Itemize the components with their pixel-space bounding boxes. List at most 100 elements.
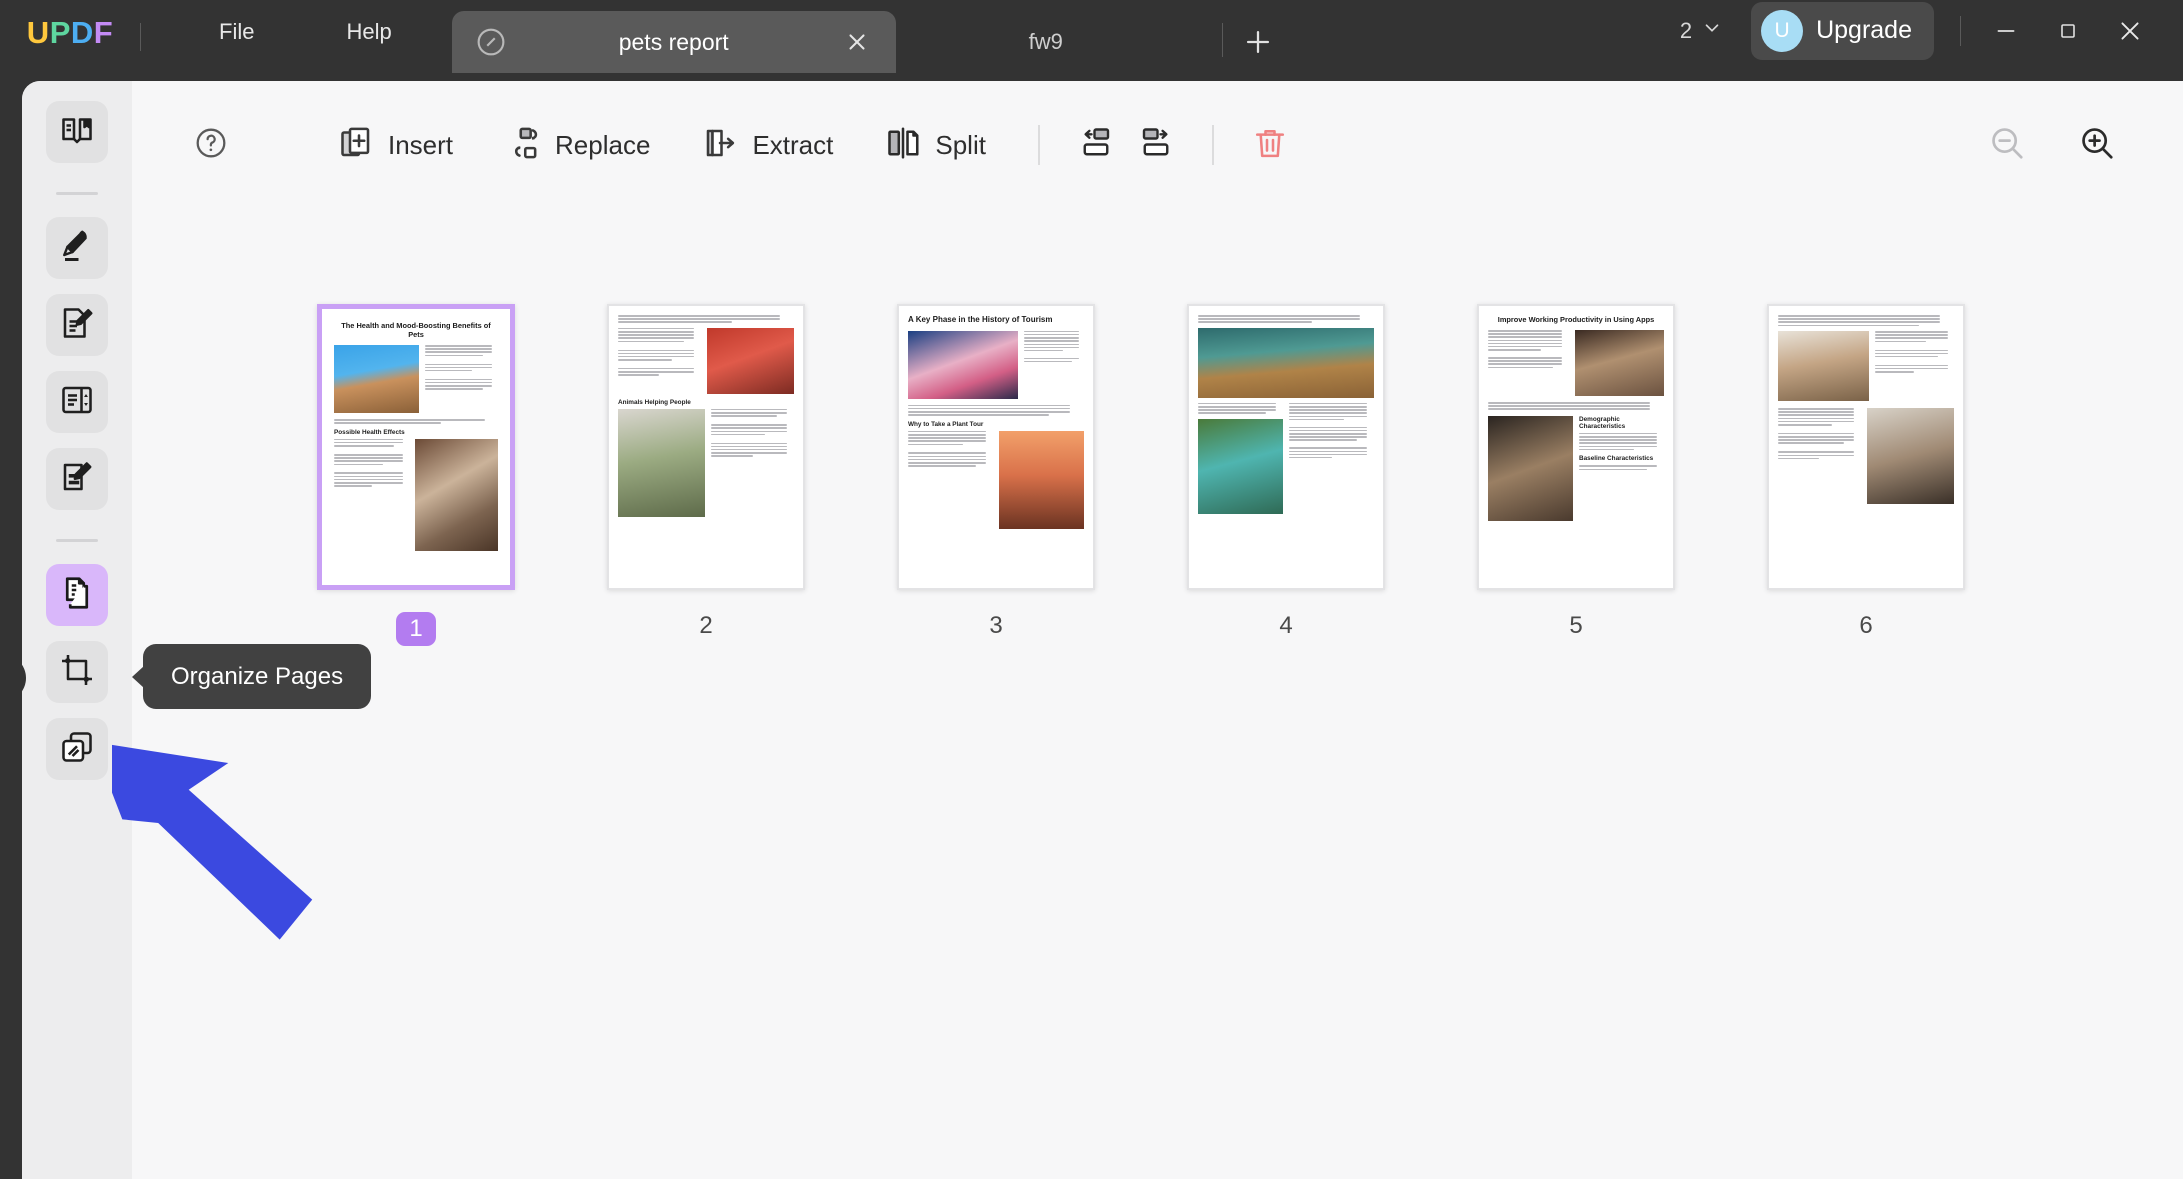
page-1-title: The Health and Mood-Boosting Benefits of…	[334, 321, 498, 339]
page-5-heading: Demographic Characteristics	[1579, 416, 1664, 430]
page-5-title: Improve Working Productivity in Using Ap…	[1488, 315, 1664, 324]
page-number-1: 1	[396, 612, 436, 646]
upgrade-button[interactable]: U Upgrade	[1751, 2, 1934, 60]
plus-icon[interactable]	[1223, 11, 1293, 73]
sidebar-divider-1	[56, 192, 98, 195]
sidebar-item-reader[interactable]	[46, 101, 108, 163]
organize-pages-icon	[59, 575, 95, 616]
sidebar-item-page-navigation[interactable]	[46, 371, 108, 433]
page-preview-2[interactable]: Animals Helping People	[607, 304, 805, 590]
page-number-2: 2	[686, 612, 726, 640]
sidebar-item-annotate[interactable]	[46, 217, 108, 279]
titlebar-divider	[140, 23, 141, 51]
delete-pages-button[interactable]	[1240, 117, 1300, 173]
split-button[interactable]: Split	[859, 115, 1012, 176]
sidebar-item-form[interactable]	[46, 448, 108, 510]
page-export-icon	[702, 125, 738, 166]
content-shell: Organize Pages	[22, 81, 2183, 1179]
tooltip-text: Organize Pages	[171, 663, 343, 691]
document-tab-title: pets report	[508, 29, 840, 56]
book-arrows-icon	[59, 382, 95, 423]
sidebar-item-organize-pages[interactable]	[46, 564, 108, 626]
page-preview-4[interactable]	[1187, 304, 1385, 590]
zoom-out-button[interactable]	[1977, 117, 2037, 173]
rotate-left-button[interactable]	[1066, 117, 1126, 173]
extract-label: Extract	[752, 130, 833, 161]
logo-letter-f: F	[94, 15, 113, 50]
page-number-3: 3	[976, 612, 1016, 640]
layers-copy-icon	[59, 729, 95, 770]
page-preview-5[interactable]: Improve Working Productivity in Using Ap…	[1477, 304, 1675, 590]
page-plus-icon	[338, 125, 374, 166]
menu-help[interactable]: Help	[310, 0, 427, 73]
tab-count-dropdown[interactable]: 2	[1680, 17, 1723, 45]
updf-logo[interactable]: UPDF	[0, 0, 140, 73]
question-circle-icon[interactable]	[194, 126, 228, 165]
rotate-right-button[interactable]	[1126, 117, 1186, 173]
page-thumbnail-2[interactable]: Animals Helping People	[607, 304, 805, 646]
page-3-title: A Key Phase in the History of Tourism	[908, 315, 1084, 325]
page-grid: The Health and Mood-Boosting Benefits of…	[132, 209, 2183, 646]
document-tab-inactive[interactable]: fw9	[896, 11, 1196, 73]
pdf-file-icon	[474, 25, 508, 59]
sidebar-item-crop[interactable]	[46, 641, 108, 703]
split-label: Split	[935, 130, 986, 161]
page-thumbnail-5[interactable]: Improve Working Productivity in Using Ap…	[1477, 304, 1675, 646]
upgrade-label: Upgrade	[1816, 16, 1912, 45]
sidebar-divider-2	[56, 539, 98, 542]
swap-pages-icon	[505, 125, 541, 166]
document-tab-title-2: fw9	[918, 29, 1174, 55]
zoom-in-button[interactable]	[2067, 117, 2127, 173]
sidebar-collapse-handle[interactable]	[22, 654, 26, 702]
insert-button[interactable]: Insert	[312, 115, 479, 176]
close-window-icon[interactable]	[2099, 7, 2161, 55]
page-preview-6[interactable]	[1767, 304, 1965, 590]
crop-icon	[59, 652, 95, 693]
highlighter-pen-icon	[59, 228, 95, 269]
replace-button[interactable]: Replace	[479, 115, 676, 176]
window-controls-divider	[1960, 16, 1961, 46]
page-thumbnail-6[interactable]: 6	[1767, 304, 1965, 646]
logo-letter-p: P	[50, 15, 71, 50]
replace-label: Replace	[555, 130, 650, 161]
title-bar: UPDF File Help pets report fw9 2	[0, 0, 2183, 73]
page-5-subheading: Baseline Characteristics	[1579, 455, 1664, 462]
menu-file[interactable]: File	[183, 0, 290, 73]
app-body: Organize Pages	[0, 73, 2183, 1179]
page-number-4: 4	[1266, 612, 1306, 640]
page-thumbnail-1[interactable]: The Health and Mood-Boosting Benefits of…	[317, 304, 515, 646]
toolbar-divider-1	[1038, 125, 1040, 165]
left-sidebar	[22, 81, 132, 1179]
avatar: U	[1761, 10, 1803, 52]
page-preview-3[interactable]: A Key Phase in the History of Tourism	[897, 304, 1095, 590]
form-signature-icon	[59, 459, 95, 500]
maximize-icon[interactable]	[2037, 7, 2099, 55]
page-thumbnail-area[interactable]: The Health and Mood-Boosting Benefits of…	[132, 209, 2183, 1179]
page-thumbnail-3[interactable]: A Key Phase in the History of Tourism	[897, 304, 1095, 646]
page-1-heading: Possible Health Effects	[334, 429, 498, 436]
tab-count-value: 2	[1680, 18, 1692, 44]
page-preview-1[interactable]: The Health and Mood-Boosting Benefits of…	[317, 304, 515, 590]
document-tab-active[interactable]: pets report	[452, 11, 896, 73]
insert-label: Insert	[388, 130, 453, 161]
rotate-left-icon	[1078, 125, 1114, 166]
extract-button[interactable]: Extract	[676, 115, 859, 176]
trash-icon	[1252, 125, 1288, 166]
tooltip-organize-pages: Organize Pages	[143, 644, 371, 709]
organize-pages-toolbar: Insert Replace	[132, 81, 2183, 209]
sidebar-item-edit-pdf[interactable]	[46, 294, 108, 356]
document-pencil-icon	[59, 305, 95, 346]
zoom-in-icon	[2078, 124, 2116, 167]
minimize-icon[interactable]	[1975, 7, 2037, 55]
book-reader-icon	[59, 112, 95, 153]
page-thumbnail-4[interactable]: 4	[1187, 304, 1385, 646]
rotate-right-icon	[1138, 125, 1174, 166]
logo-letter-u: U	[27, 15, 50, 50]
close-icon[interactable]	[840, 25, 874, 59]
toolbar-divider-2	[1212, 125, 1214, 165]
page-number-5: 5	[1556, 612, 1596, 640]
sidebar-item-compress[interactable]	[46, 718, 108, 780]
chevron-down-icon	[1701, 17, 1723, 45]
zoom-out-icon	[1988, 124, 2026, 167]
page-2-heading: Animals Helping People	[618, 399, 794, 406]
